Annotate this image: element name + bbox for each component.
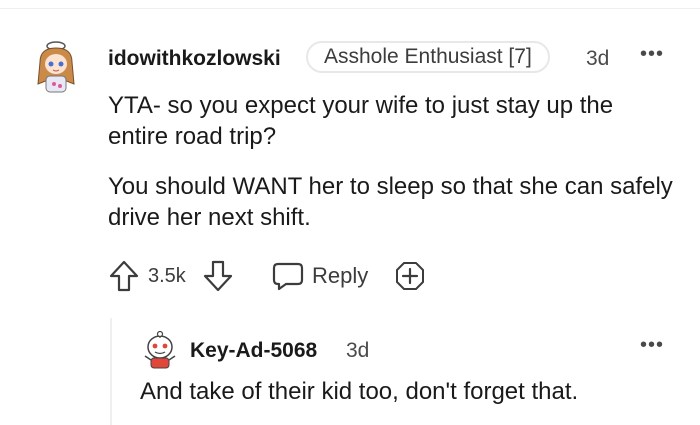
comment-author[interactable]: idowithkozlowski	[108, 47, 281, 71]
upvote-icon	[109, 260, 139, 292]
comment-body: YTA- so you expect your wife to just sta…	[108, 90, 678, 233]
upvote-button[interactable]	[108, 258, 140, 294]
more-options-button[interactable]: •••	[640, 43, 664, 66]
reply-more-options-button[interactable]: •••	[640, 334, 664, 357]
reply-author[interactable]: Key-Ad-5068	[190, 339, 317, 363]
comment-paragraph: YTA- so you expect your wife to just sta…	[108, 92, 614, 150]
comment-icon	[272, 262, 304, 291]
vote-score: 3.5k	[148, 264, 186, 287]
award-icon	[396, 262, 424, 290]
downvote-icon	[203, 260, 233, 292]
reply-body: And take of their kid too, don't forget …	[140, 378, 579, 405]
user-flair: Asshole Enthusiast [7]	[306, 41, 550, 73]
user-avatar[interactable]	[34, 40, 78, 96]
reply-label[interactable]: Reply	[312, 258, 368, 294]
user-avatar[interactable]	[142, 330, 178, 370]
downvote-button[interactable]	[202, 258, 234, 294]
thread-line[interactable]	[110, 318, 112, 425]
comment-paragraph: You should WANT her to sleep so that she…	[108, 173, 673, 231]
reply-button[interactable]	[272, 258, 304, 294]
top-divider	[0, 8, 700, 9]
comment-age[interactable]: 3d	[586, 47, 609, 71]
reply-age[interactable]: 3d	[346, 339, 369, 363]
award-button[interactable]	[394, 258, 426, 294]
